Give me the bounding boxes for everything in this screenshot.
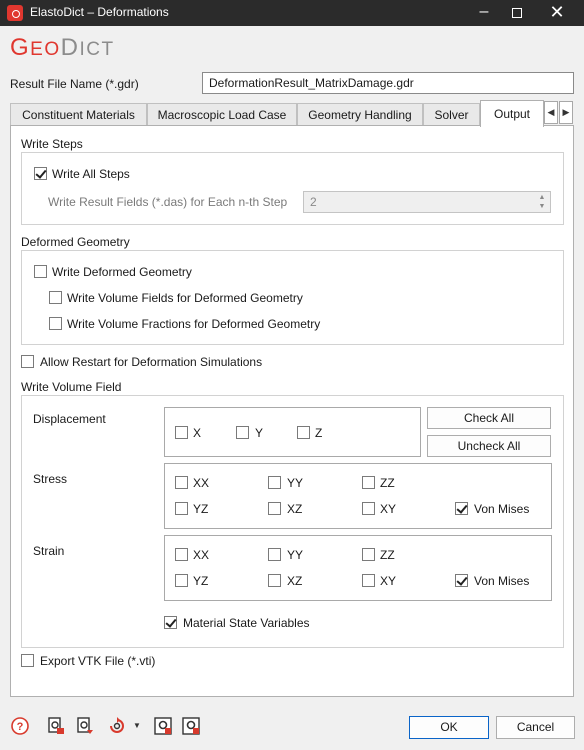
write-deformed-geometry-label: Write Deformed Geometry bbox=[52, 265, 192, 279]
tab-bar: Constituent Materials Macroscopic Load C… bbox=[10, 100, 574, 127]
stress-label: Stress bbox=[33, 472, 68, 486]
deformed-geometry-heading: Deformed Geometry bbox=[21, 235, 130, 249]
stress-xz-checkbox[interactable] bbox=[268, 502, 281, 515]
stress-yz-label: YZ bbox=[193, 502, 209, 516]
strain-yy-label: YY bbox=[287, 548, 304, 562]
strain-xx-checkbox[interactable] bbox=[175, 548, 188, 561]
strain-von-mises-checkbox[interactable] bbox=[455, 574, 468, 587]
close-button[interactable]: ✕ bbox=[537, 0, 577, 26]
stress-von-mises-checkbox[interactable] bbox=[455, 502, 468, 515]
volume-fields-deformed-label: Write Volume Fields for Deformed Geometr… bbox=[67, 291, 303, 305]
save-settings-icon[interactable] bbox=[75, 716, 95, 736]
svg-text:?: ? bbox=[17, 721, 24, 733]
write-all-steps-label: Write All Steps bbox=[52, 167, 130, 181]
volume-fractions-deformed-checkbox[interactable] bbox=[49, 317, 62, 330]
check-all-button[interactable]: Check All bbox=[427, 407, 551, 429]
run-options-icon[interactable] bbox=[153, 716, 173, 736]
tab-output[interactable]: Output bbox=[480, 100, 544, 127]
stress-yy-label: YY bbox=[287, 476, 304, 490]
strain-yz-label: YZ bbox=[193, 574, 209, 588]
displacement-x-label: X bbox=[193, 426, 202, 440]
displacement-z-label: Z bbox=[315, 426, 323, 440]
write-volume-field-heading: Write Volume Field bbox=[21, 380, 122, 394]
tab-geometry-handling[interactable]: Geometry Handling bbox=[297, 103, 423, 126]
tab-scroll-left-icon[interactable]: ◀ bbox=[544, 101, 558, 124]
strain-yy-checkbox[interactable] bbox=[268, 548, 281, 561]
strain-yz-checkbox[interactable] bbox=[175, 574, 188, 587]
write-all-steps-checkbox[interactable] bbox=[34, 167, 47, 180]
volume-fields-deformed-checkbox[interactable] bbox=[49, 291, 62, 304]
app-icon bbox=[7, 5, 23, 21]
title-bar: ElastoDict – Deformations – ✕ bbox=[0, 0, 584, 26]
stress-xx-label: XX bbox=[193, 476, 210, 490]
run-icon[interactable] bbox=[181, 716, 201, 736]
export-vtk-checkbox[interactable] bbox=[21, 654, 34, 667]
displacement-z-checkbox[interactable] bbox=[297, 426, 310, 439]
strain-xy-checkbox[interactable] bbox=[362, 574, 375, 587]
stress-zz-checkbox[interactable] bbox=[362, 476, 375, 489]
result-file-label: Result File Name (*.gdr) bbox=[10, 77, 139, 91]
tab-solver[interactable]: Solver bbox=[423, 103, 480, 126]
strain-label: Strain bbox=[33, 544, 65, 558]
stress-zz-label: ZZ bbox=[380, 476, 395, 490]
write-steps-heading: Write Steps bbox=[21, 137, 83, 151]
write-deformed-geometry-checkbox[interactable] bbox=[34, 265, 47, 278]
tab-macroscopic-load-case[interactable]: Macroscopic Load Case bbox=[147, 103, 297, 126]
strain-xy-label: XY bbox=[380, 574, 397, 588]
reset-icon[interactable] bbox=[107, 716, 127, 736]
strain-box bbox=[164, 535, 552, 601]
strain-zz-label: ZZ bbox=[380, 548, 395, 562]
spinner-arrows-icon[interactable]: ▲ ▼ bbox=[536, 193, 548, 211]
maximize-button[interactable] bbox=[497, 0, 537, 26]
window-title: ElastoDict – Deformations bbox=[30, 5, 169, 19]
material-state-label: Material State Variables bbox=[183, 616, 310, 630]
stress-xy-label: XY bbox=[380, 502, 397, 516]
stress-yy-checkbox[interactable] bbox=[268, 476, 281, 489]
stress-yz-checkbox[interactable] bbox=[175, 502, 188, 515]
write-steps-group bbox=[21, 152, 564, 225]
allow-restart-checkbox[interactable] bbox=[21, 355, 34, 368]
load-settings-icon[interactable] bbox=[46, 716, 66, 736]
nth-step-input[interactable]: 2 ▲ ▼ bbox=[303, 191, 551, 213]
material-state-checkbox[interactable] bbox=[164, 616, 177, 629]
geodict-logo: GEODICT bbox=[10, 34, 115, 61]
tab-constituent-materials[interactable]: Constituent Materials bbox=[10, 103, 147, 126]
displacement-label: Displacement bbox=[33, 412, 106, 426]
help-icon[interactable]: ? bbox=[10, 716, 30, 736]
displacement-y-checkbox[interactable] bbox=[236, 426, 249, 439]
chevron-down-icon[interactable]: ▼ bbox=[133, 716, 145, 736]
strain-xz-checkbox[interactable] bbox=[268, 574, 281, 587]
tab-scroll-right-icon[interactable]: ▶ bbox=[559, 101, 573, 124]
strain-xx-label: XX bbox=[193, 548, 210, 562]
stress-xx-checkbox[interactable] bbox=[175, 476, 188, 489]
volume-fractions-deformed-label: Write Volume Fractions for Deformed Geom… bbox=[67, 317, 321, 331]
stress-xy-checkbox[interactable] bbox=[362, 502, 375, 515]
nth-step-label: Write Result Fields (*.das) for Each n-t… bbox=[48, 195, 288, 209]
displacement-y-label: Y bbox=[255, 426, 264, 440]
strain-xz-label: XZ bbox=[287, 574, 303, 588]
export-vtk-label: Export VTK File (*.vti) bbox=[40, 654, 156, 668]
uncheck-all-button[interactable]: Uncheck All bbox=[427, 435, 551, 457]
strain-von-mises-label: Von Mises bbox=[474, 574, 530, 588]
result-file-input[interactable]: DeformationResult_MatrixDamage.gdr bbox=[202, 72, 574, 94]
stress-xz-label: XZ bbox=[287, 502, 303, 516]
allow-restart-label: Allow Restart for Deformation Simulation… bbox=[40, 355, 263, 369]
strain-zz-checkbox[interactable] bbox=[362, 548, 375, 561]
stress-box bbox=[164, 463, 552, 529]
cancel-button[interactable]: Cancel bbox=[496, 716, 575, 739]
displacement-x-checkbox[interactable] bbox=[175, 426, 188, 439]
stress-von-mises-label: Von Mises bbox=[474, 502, 530, 516]
ok-button[interactable]: OK bbox=[409, 716, 489, 739]
displacement-box bbox=[164, 407, 421, 457]
